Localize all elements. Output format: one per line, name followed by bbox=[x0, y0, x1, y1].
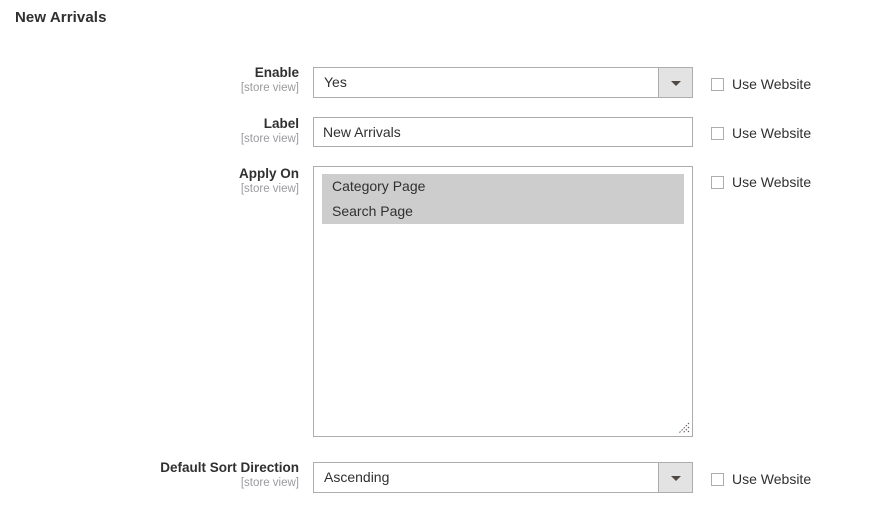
default-sort-direction-use-website-checkbox-row[interactable]: Use Website bbox=[711, 470, 811, 488]
apply-on-option[interactable]: Category Page bbox=[322, 174, 684, 199]
default-sort-direction-use-website-checkbox[interactable] bbox=[711, 473, 724, 486]
enable-use-website-label: Use Website bbox=[732, 76, 811, 92]
resize-handle-icon[interactable] bbox=[678, 422, 690, 434]
field-label-text: Label bbox=[0, 116, 299, 132]
chevron-down-icon bbox=[671, 81, 681, 86]
label-text-input[interactable] bbox=[313, 117, 693, 147]
label-use-website-checkbox[interactable] bbox=[711, 127, 724, 140]
label-use-website-checkbox-row[interactable]: Use Website bbox=[711, 124, 811, 142]
default-sort-direction-dropdown-button[interactable] bbox=[658, 463, 692, 492]
apply-on-use-website-checkbox[interactable] bbox=[711, 176, 724, 189]
field-scope-note: [store view] bbox=[0, 477, 299, 490]
enable-select-dropdown-button[interactable] bbox=[658, 68, 692, 97]
enable-use-website-checkbox-row[interactable]: Use Website bbox=[711, 75, 811, 93]
apply-on-option-list: Category Page Search Page bbox=[322, 174, 684, 224]
default-sort-direction-select-value: Ascending bbox=[324, 463, 652, 492]
default-sort-direction-select[interactable]: Ascending bbox=[313, 462, 693, 493]
enable-select-value: Yes bbox=[324, 68, 652, 97]
apply-on-use-website-label: Use Website bbox=[732, 174, 811, 190]
enable-use-website-checkbox[interactable] bbox=[711, 78, 724, 91]
field-label-label: Label [store view] bbox=[0, 116, 299, 146]
field-label-enable: Enable [store view] bbox=[0, 65, 299, 95]
apply-on-option[interactable]: Search Page bbox=[322, 199, 684, 224]
field-label-text: Apply On bbox=[0, 166, 299, 182]
field-label-text: Default Sort Direction bbox=[0, 460, 299, 476]
chevron-down-icon bbox=[671, 476, 681, 481]
field-scope-note: [store view] bbox=[0, 133, 299, 146]
field-scope-note: [store view] bbox=[0, 183, 299, 196]
field-label-default-sort-direction: Default Sort Direction [store view] bbox=[0, 460, 299, 490]
page-title: New Arrivals bbox=[15, 9, 107, 26]
default-sort-direction-use-website-label: Use Website bbox=[732, 471, 811, 487]
field-scope-note: [store view] bbox=[0, 82, 299, 95]
field-label-text: Enable bbox=[0, 65, 299, 81]
enable-select[interactable]: Yes bbox=[313, 67, 693, 98]
apply-on-use-website-checkbox-row[interactable]: Use Website bbox=[711, 173, 811, 191]
field-label-apply-on: Apply On [store view] bbox=[0, 166, 299, 196]
apply-on-multiselect[interactable]: Category Page Search Page bbox=[313, 166, 693, 437]
label-use-website-label: Use Website bbox=[732, 125, 811, 141]
